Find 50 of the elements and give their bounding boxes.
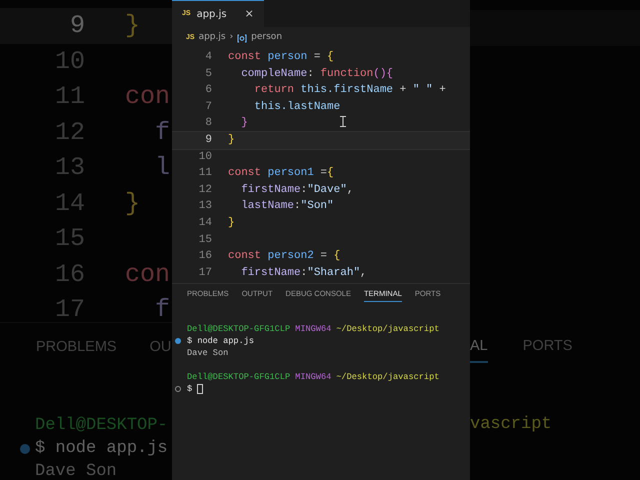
line-number: 5 <box>204 66 212 82</box>
breadcrumb-item[interactable]: app.js <box>198 31 226 45</box>
code-line: const person1 ={ <box>228 166 334 182</box>
line-number: 12 <box>198 182 212 198</box>
code-line: const person2 = { <box>228 249 340 264</box>
line-number: 6 <box>204 83 212 98</box>
code-line: con <box>125 258 170 290</box>
terminal-line: vascript <box>470 414 553 436</box>
line-number: 4 <box>204 50 212 66</box>
code-line: firstName:"Dave", <box>240 182 354 198</box>
line-number: 8 <box>204 116 212 132</box>
line-number: 10 <box>198 150 212 165</box>
line-number: 13 <box>198 199 212 214</box>
line-number: 15 <box>198 232 212 248</box>
code-line: con <box>125 81 170 113</box>
code-line: } <box>125 188 140 220</box>
breadcrumb-item[interactable]: person <box>251 31 282 45</box>
terminal-line: $ node app.js <box>35 438 169 460</box>
code-line: this.lastName <box>253 100 340 115</box>
code-line: } <box>228 133 235 148</box>
terminal-line: Dell@DESKTOP- <box>35 414 169 437</box>
variable-symbol-icon <box>237 34 248 42</box>
code-line: compleName: function(){ <box>240 66 394 82</box>
line-number: 7 <box>204 100 212 115</box>
line-number: 11 <box>198 166 212 182</box>
code-line: lastName:"Son" <box>240 199 334 214</box>
code-line: } <box>228 216 235 231</box>
code-line: } <box>240 116 248 132</box>
text-cursor-icon <box>340 116 346 127</box>
code-line: f <box>154 116 170 148</box>
code-line: const person = { <box>228 50 334 66</box>
terminal-line: Dell@DESKTOP-GFG1CLP MINGW64 ~/Desktop/javascript <box>187 322 440 336</box>
code-line: firstName:"Sharah", <box>240 266 367 281</box>
line-number: 17 <box>198 266 212 281</box>
terminal-line: Dave Son <box>35 460 118 480</box>
line-number: 9 <box>68 10 85 42</box>
close-icon[interactable]: × <box>244 6 254 22</box>
panel-tab[interactable]: AL <box>470 336 488 363</box>
terminal-line: Dell@DESKTOP-GFG1CLP MINGW64 ~/Desktop/javascript <box>187 370 440 384</box>
breadcrumb-separator: › <box>230 31 234 44</box>
line-number: 9 <box>204 133 212 148</box>
line-number: 16 <box>198 249 212 264</box>
code-line: l <box>154 152 170 184</box>
code-line: } <box>125 10 140 42</box>
terminal-line: Dave Son <box>187 346 230 360</box>
terminal-line: $ <box>187 382 194 396</box>
code-line: f <box>154 294 170 326</box>
terminal-line: $ node app.js <box>187 334 256 348</box>
line-number: 14 <box>198 216 212 231</box>
code-line: return this.firstName + " " + <box>253 83 446 98</box>
